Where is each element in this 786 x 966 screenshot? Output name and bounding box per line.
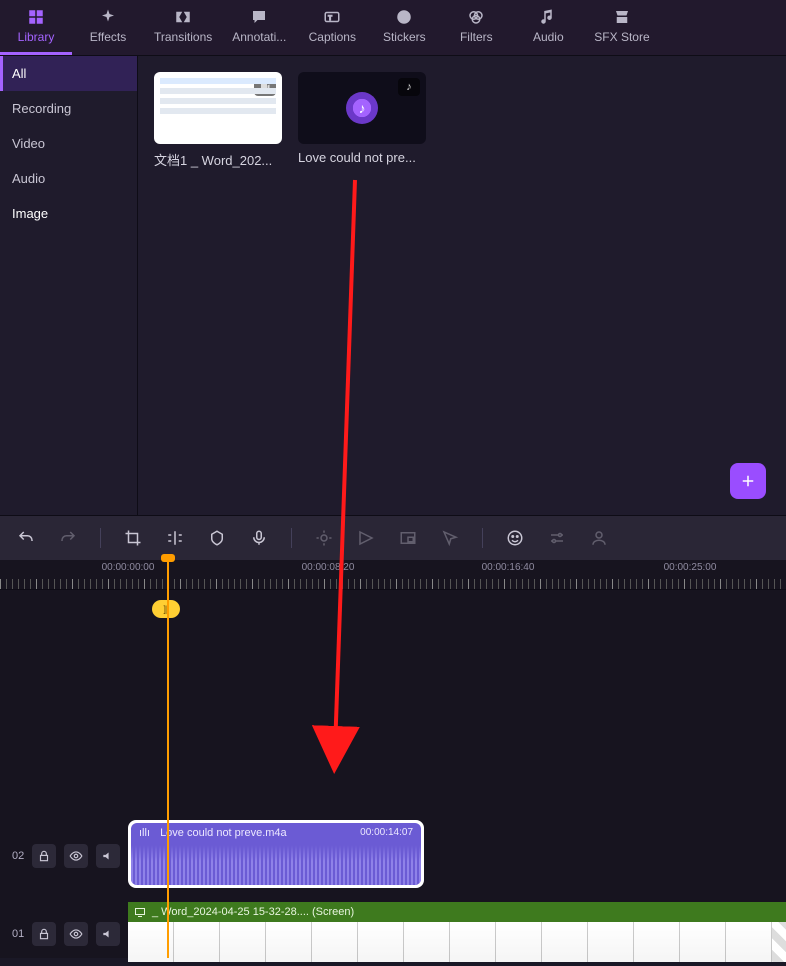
sidebar-item-audio[interactable]: Audio <box>0 161 137 196</box>
media-item-doc[interactable]: 文档1 _ Word_202... <box>154 72 282 169</box>
screen-icon <box>134 906 146 918</box>
add-media-button[interactable] <box>730 463 766 499</box>
speed-button <box>356 528 376 548</box>
color-button <box>314 528 334 548</box>
voiceover-button[interactable] <box>249 528 269 548</box>
ruler-ticks <box>0 579 786 589</box>
tab-label: Audio <box>533 30 564 44</box>
speech-bubble-icon <box>250 8 268 26</box>
ruler-tick: 00:00:00:00 <box>102 562 155 573</box>
sidebar-item-recording[interactable]: Recording <box>0 91 137 126</box>
playhead[interactable] <box>167 560 169 958</box>
video-clip[interactable]: _ Word_2024-04-25 15-32-28.... (Screen) <box>128 902 786 962</box>
track-visibility-button[interactable] <box>64 844 88 868</box>
marker-chip[interactable]: ][ <box>152 600 180 618</box>
track-lock-button[interactable] <box>32 922 56 946</box>
tab-label: Captions <box>309 30 356 44</box>
timeline-toolbar <box>0 516 786 560</box>
tab-sfxstore[interactable]: SFX Store <box>584 0 659 55</box>
thumbnail <box>154 72 282 144</box>
tab-library[interactable]: Library <box>0 0 72 55</box>
tab-label: Stickers <box>383 30 426 44</box>
undo-button[interactable] <box>16 528 36 548</box>
track-row-video: 01 _ Word_2024-04-25 15-32-28.... (Scree… <box>0 902 786 966</box>
person-button <box>589 528 609 548</box>
separator <box>291 528 292 548</box>
media-label: Love could not pre... <box>298 150 426 165</box>
tab-label: Effects <box>90 30 126 44</box>
audio-clip[interactable]: ıllı Love could not preve.m4a 00:00:14:0… <box>128 820 424 888</box>
music-disc-icon: ♪ <box>346 92 378 124</box>
captions-icon: T <box>323 8 341 26</box>
sparkle-icon <box>99 8 117 26</box>
split-button[interactable] <box>165 528 185 548</box>
thumbnail: ♪ ♪ <box>298 72 426 144</box>
track-mute-button[interactable] <box>96 922 120 946</box>
waveform-icon: ıllı <box>139 827 153 839</box>
adjust-button <box>547 528 567 548</box>
tab-stickers[interactable]: Stickers <box>368 0 440 55</box>
pip-button <box>398 528 418 548</box>
svg-text:T: T <box>329 16 333 22</box>
cursor-effect-button <box>440 528 460 548</box>
music-badge-icon: ♪ <box>398 78 420 96</box>
smiley-icon <box>395 8 413 26</box>
media-grid: 文档1 _ Word_202... ♪ ♪ Love could not pre… <box>138 56 786 515</box>
media-label: 文档1 _ Word_202... <box>154 150 282 169</box>
crop-button[interactable] <box>123 528 143 548</box>
top-tabstrip: Library Effects Transitions Annotati... … <box>0 0 786 56</box>
sidebar-item-image[interactable]: Image <box>0 196 137 231</box>
store-icon <box>613 8 631 26</box>
clip-name: _ Word_2024-04-25 15-32-28.... (Screen) <box>152 906 354 918</box>
track-row-audio: 02 ıllı Love could not preve.m4a 00:00:1… <box>0 820 786 892</box>
waveform <box>131 845 421 885</box>
track-number: 02 <box>12 850 24 862</box>
face-button[interactable] <box>505 528 525 548</box>
tab-effects[interactable]: Effects <box>72 0 144 55</box>
tab-label: Annotati... <box>232 30 286 44</box>
clip-duration: 00:00:14:07 <box>360 827 413 838</box>
tab-filters[interactable]: Filters <box>440 0 512 55</box>
library-sidebar: All Recording Video Audio Image <box>0 56 138 515</box>
tab-label: SFX Store <box>594 30 649 44</box>
clip-name: Love could not preve.m4a <box>160 827 287 839</box>
main-panel: All Recording Video Audio Image 文档1 _ Wo… <box>0 56 786 516</box>
sidebar-item-video[interactable]: Video <box>0 126 137 161</box>
ruler-tick: 00:00:25:00 <box>664 562 717 573</box>
media-item-audio[interactable]: ♪ ♪ Love could not pre... <box>298 72 426 165</box>
library-icon <box>27 8 45 26</box>
tab-transitions[interactable]: Transitions <box>144 0 222 55</box>
sidebar-item-all[interactable]: All <box>0 56 137 91</box>
track-lock-button[interactable] <box>32 844 56 868</box>
track-visibility-button[interactable] <box>64 922 88 946</box>
tab-label: Filters <box>460 30 493 44</box>
track-controls: 02 <box>0 844 128 868</box>
ruler-tick: 00:00:08:20 <box>302 562 355 573</box>
tab-label: Transitions <box>154 30 212 44</box>
transition-icon <box>174 8 192 26</box>
tab-annotations[interactable]: Annotati... <box>222 0 296 55</box>
filters-icon <box>467 8 485 26</box>
tab-label: Library <box>18 30 55 44</box>
separator <box>100 528 101 548</box>
track-number: 01 <box>12 928 24 940</box>
track-controls: 01 <box>0 922 128 946</box>
track-mute-button[interactable] <box>96 844 120 868</box>
separator <box>482 528 483 548</box>
redo-button[interactable] <box>58 528 78 548</box>
tab-audio[interactable]: Audio <box>512 0 584 55</box>
music-note-icon <box>539 8 557 26</box>
time-ruler[interactable]: 00:00:00:00 00:00:08:20 00:00:16:40 00:0… <box>0 560 786 590</box>
video-badge-icon <box>254 78 276 96</box>
tab-captions[interactable]: T Captions <box>296 0 368 55</box>
ruler-tick: 00:00:16:40 <box>482 562 535 573</box>
marker-button[interactable] <box>207 528 227 548</box>
timeline[interactable]: 00:00:00:00 00:00:08:20 00:00:16:40 00:0… <box>0 560 786 958</box>
clip-frames <box>128 922 786 962</box>
